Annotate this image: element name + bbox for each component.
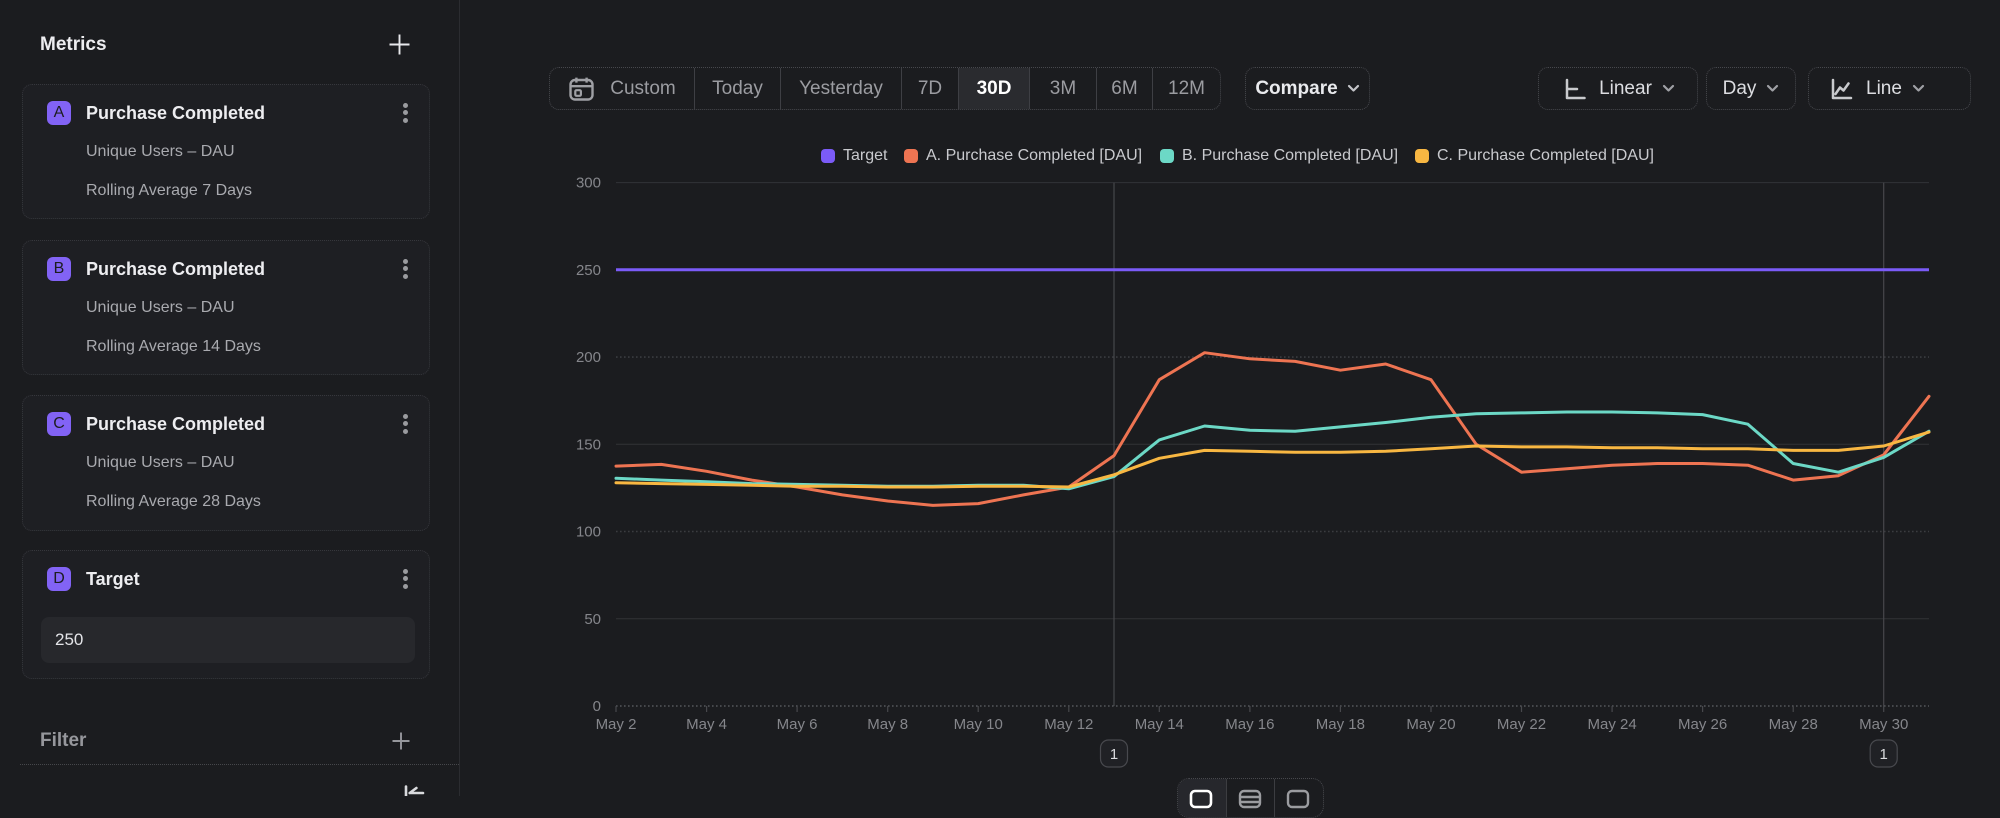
svg-text:May 8: May 8 [867,716,908,733]
svg-text:250: 250 [576,262,601,279]
svg-text:0: 0 [593,698,601,715]
svg-text:300: 300 [576,175,601,192]
svg-text:May 28: May 28 [1769,716,1818,733]
svg-text:1: 1 [1880,746,1888,763]
svg-text:May 16: May 16 [1225,716,1274,733]
svg-text:May 10: May 10 [954,716,1003,733]
svg-text:May 20: May 20 [1406,716,1455,733]
svg-text:May 18: May 18 [1316,716,1365,733]
svg-text:1: 1 [1110,746,1118,763]
svg-text:May 12: May 12 [1044,716,1093,733]
svg-text:May 4: May 4 [686,716,727,733]
svg-text:100: 100 [576,524,601,541]
svg-text:50: 50 [584,611,601,628]
svg-text:200: 200 [576,349,601,366]
svg-text:May 14: May 14 [1135,716,1184,733]
svg-text:May 24: May 24 [1587,716,1636,733]
svg-text:May 26: May 26 [1678,716,1727,733]
svg-text:May 22: May 22 [1497,716,1546,733]
svg-text:May 30: May 30 [1859,716,1908,733]
svg-text:May 2: May 2 [596,716,637,733]
svg-text:May 6: May 6 [777,716,818,733]
svg-text:150: 150 [576,436,601,453]
